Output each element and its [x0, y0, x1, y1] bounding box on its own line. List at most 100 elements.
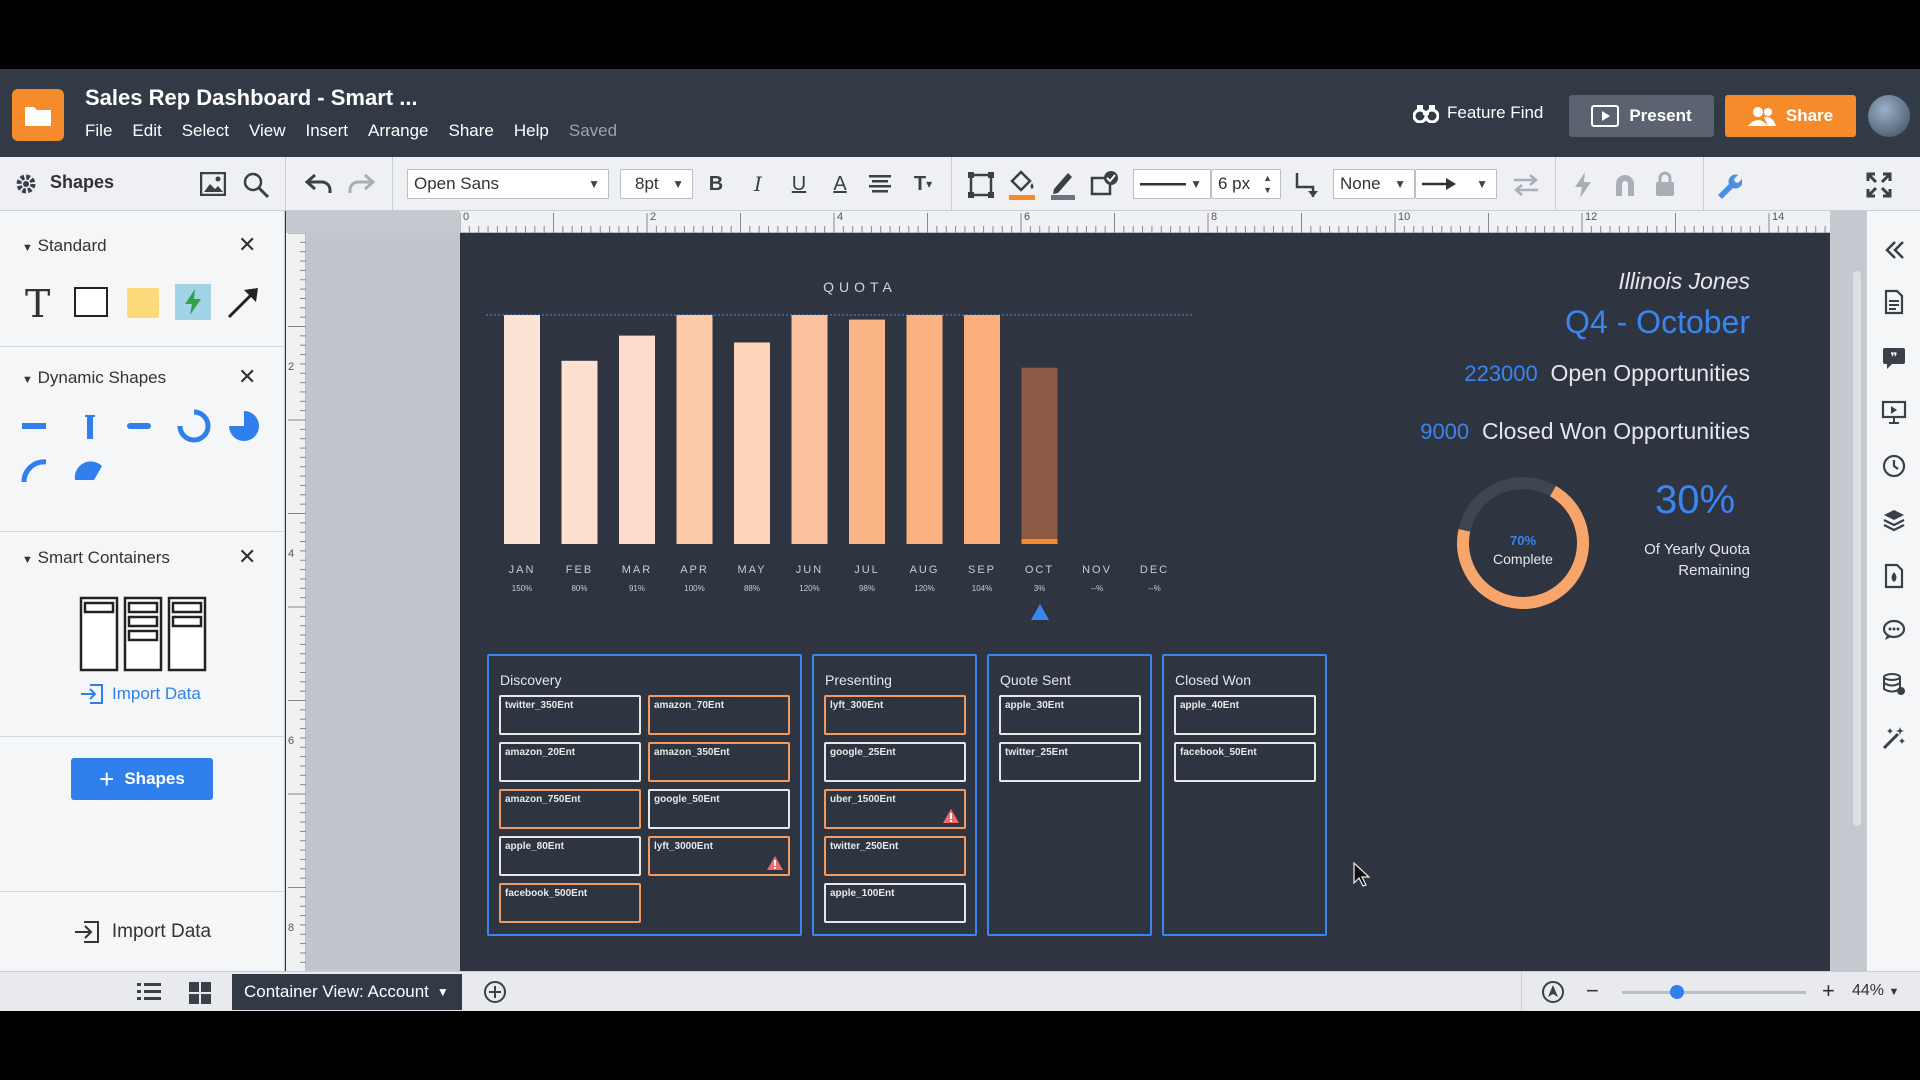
container-view-tab[interactable]: Container View: Account ▼: [232, 974, 462, 1010]
feature-find-button[interactable]: Feature Find: [1413, 103, 1543, 123]
opportunity-card[interactable]: facebook_50Ent: [1174, 742, 1316, 782]
page-settings-icon[interactable]: [1881, 289, 1907, 315]
vertical-scrollbar[interactable]: [1853, 271, 1861, 826]
opportunity-card[interactable]: amazon_20Ent: [499, 742, 641, 782]
collapse-panel-icon[interactable]: [1881, 237, 1907, 263]
bar-aug[interactable]: [906, 315, 943, 544]
navigation-icon[interactable]: [1541, 980, 1565, 1004]
close-icon[interactable]: ✕: [238, 364, 256, 390]
import-data-button[interactable]: Import Data: [0, 891, 285, 971]
font-size-select[interactable]: 8pt ▼: [620, 169, 693, 199]
lock-icon[interactable]: [1654, 170, 1676, 198]
dynamic-ring-icon[interactable]: [177, 409, 211, 443]
bar-jan[interactable]: [504, 315, 540, 544]
add-shapes-button[interactable]: + Shapes: [71, 758, 213, 800]
history-icon[interactable]: [1881, 453, 1907, 479]
dynamic-shapes-section-header[interactable]: ▼ Dynamic Shapes: [22, 368, 166, 388]
menu-share[interactable]: Share: [449, 121, 494, 141]
shapes-panel-title[interactable]: Shapes: [50, 172, 114, 193]
wrench-icon[interactable]: [1714, 171, 1742, 199]
opportunity-card[interactable]: google_25Ent: [824, 742, 966, 782]
opportunity-card[interactable]: apple_80Ent: [499, 836, 641, 876]
quota-chart[interactable]: [460, 253, 1220, 563]
undo-icon[interactable]: [305, 173, 333, 195]
dynamic-progress-icon[interactable]: [125, 411, 155, 441]
zoom-level[interactable]: 44% ▼: [1852, 982, 1899, 1000]
dynamic-bar-icon[interactable]: [20, 411, 50, 441]
bar-may[interactable]: [734, 342, 770, 544]
dynamic-pie-icon[interactable]: [227, 409, 261, 443]
stepper-icon[interactable]: ▲ ▼: [1263, 172, 1272, 196]
comment-icon[interactable]: [1881, 617, 1907, 643]
presentation-icon[interactable]: [1881, 399, 1907, 425]
pipeline-column-discovery[interactable]: Discovery twitter_350Ent amazon_70Ent amazo…: [487, 654, 802, 936]
standard-section-header[interactable]: ▼ Standard: [22, 236, 107, 256]
import-data-link[interactable]: Import Data: [80, 683, 201, 705]
action-shape-icon[interactable]: [175, 284, 211, 320]
opportunity-card[interactable]: apple_100Ent: [824, 883, 966, 923]
opportunity-card[interactable]: twitter_25Ent: [999, 742, 1141, 782]
opportunity-card[interactable]: lyft_3000Ent: [648, 836, 790, 876]
dynamic-arc-icon[interactable]: [20, 456, 50, 486]
pipeline-column-presenting[interactable]: Presenting lyft_300Ent google_25Ent uber_15…: [812, 654, 977, 936]
zoom-slider[interactable]: [1622, 985, 1806, 999]
arrow-start-select[interactable]: None ▼: [1333, 169, 1415, 199]
line-color-icon[interactable]: [1050, 169, 1076, 201]
list-view-icon[interactable]: [136, 981, 162, 1003]
smart-container-icon[interactable]: [79, 596, 207, 672]
opportunity-card[interactable]: twitter_250Ent: [824, 836, 966, 876]
fullscreen-icon[interactable]: [1866, 172, 1892, 198]
font-family-select[interactable]: Open Sans ▼: [407, 169, 609, 199]
bar-apr[interactable]: [676, 315, 713, 544]
menu-file[interactable]: File: [85, 121, 112, 141]
menu-view[interactable]: View: [249, 121, 286, 141]
line-style-select[interactable]: ▼: [1133, 169, 1211, 199]
magic-wand-icon[interactable]: [1881, 725, 1907, 751]
menu-insert[interactable]: Insert: [306, 121, 349, 141]
close-icon[interactable]: ✕: [238, 544, 256, 570]
opportunity-card[interactable]: google_50Ent: [648, 789, 790, 829]
menu-help[interactable]: Help: [514, 121, 549, 141]
dynamic-halfpie-icon[interactable]: [72, 456, 106, 486]
search-icon[interactable]: [242, 171, 270, 199]
zoom-out-button[interactable]: −: [1586, 978, 1599, 1004]
user-avatar[interactable]: [1868, 95, 1910, 137]
bold-button[interactable]: B: [702, 169, 730, 199]
opportunity-card[interactable]: uber_1500Ent: [824, 789, 966, 829]
smart-containers-section-header[interactable]: ▼ Smart Containers: [22, 548, 170, 568]
menu-select[interactable]: Select: [182, 121, 229, 141]
zoom-slider-handle[interactable]: [1670, 985, 1685, 999]
opportunity-card[interactable]: twitter_350Ent: [499, 695, 641, 735]
magnet-icon[interactable]: [1613, 172, 1637, 198]
connector-icon[interactable]: [1294, 171, 1320, 199]
arrow-end-select[interactable]: ▼: [1415, 169, 1497, 199]
image-icon[interactable]: [200, 172, 226, 196]
opportunity-card[interactable]: lyft_300Ent: [824, 695, 966, 735]
data-linking-icon[interactable]: [1881, 671, 1907, 697]
lightning-icon[interactable]: [1573, 171, 1593, 199]
redo-icon[interactable]: [347, 173, 375, 195]
menu-arrange[interactable]: Arrange: [368, 121, 428, 141]
opportunity-card[interactable]: apple_30Ent: [999, 695, 1141, 735]
present-button[interactable]: Present: [1569, 95, 1714, 137]
grid-view-icon[interactable]: [188, 981, 212, 1005]
document-title[interactable]: Sales Rep Dashboard - Smart ...: [85, 85, 418, 111]
opportunity-card[interactable]: facebook_500Ent: [499, 883, 641, 923]
bar-mar[interactable]: [619, 335, 655, 544]
fill-color-icon[interactable]: [1008, 169, 1036, 201]
quote-icon[interactable]: ❞: [1881, 345, 1907, 371]
bar-sep[interactable]: [964, 315, 1000, 544]
menu-edit[interactable]: Edit: [132, 121, 161, 141]
pipeline-column-quote-sent[interactable]: Quote Sent apple_30Ent twitter_25Ent: [987, 654, 1152, 936]
bar-jun[interactable]: [791, 315, 828, 544]
text-color-button[interactable]: A: [826, 169, 854, 199]
shape-border-icon[interactable]: [968, 172, 994, 198]
opportunity-card[interactable]: apple_40Ent: [1174, 695, 1316, 735]
rectangle-shape-icon[interactable]: [74, 287, 108, 317]
style-check-icon[interactable]: [1090, 170, 1120, 198]
app-logo-icon[interactable]: [12, 89, 64, 141]
layers-icon[interactable]: [1881, 507, 1907, 533]
bar-oct[interactable]: [1021, 367, 1058, 544]
sticky-note-icon[interactable]: [127, 288, 159, 318]
line-width-input[interactable]: 6 px ▲ ▼: [1211, 169, 1281, 199]
